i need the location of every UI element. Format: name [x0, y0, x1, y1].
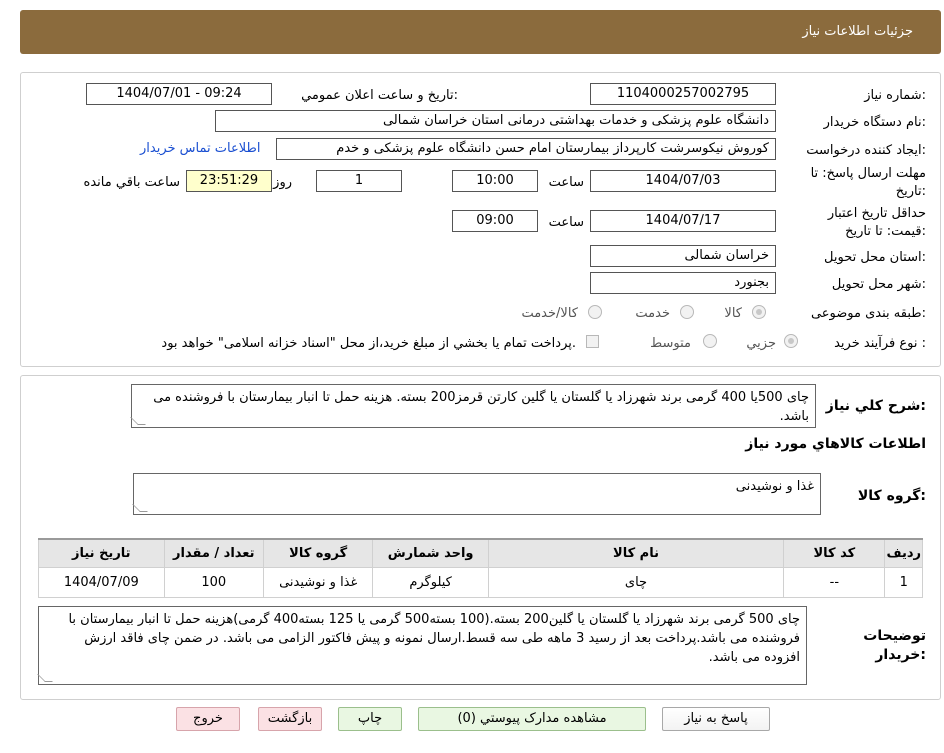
treasury-note: پرداخت تمام يا بخشي از مبلغ خريد،از محل … [161, 336, 576, 351]
deadline-label-line1: مهلت ارسال پاسخ: تا [810, 166, 926, 181]
goods-section-title: اطلاعات کالاهاي مورد نياز [745, 436, 926, 452]
notes-text: چای 500 گرمی برند شهرزاد یا گلستان یا گل… [68, 612, 800, 665]
need-number-label: شماره نیاز: [864, 88, 926, 103]
need-number-field: 1104000257002795 [590, 83, 776, 105]
table-header-row: رديف کد کالا نام کالا واحد شمارش گروه کا… [38, 538, 923, 568]
validity-label-line2: قيمت: تا تاريخ: [845, 224, 926, 239]
city-label: شهر محل تحويل: [831, 277, 926, 292]
process-option-minor: جزيي [746, 336, 776, 351]
resize-grip-icon[interactable] [130, 417, 146, 425]
back-button[interactable]: بازگشت [258, 707, 322, 731]
category-option-service: خدمت [635, 306, 670, 321]
cell-quantity: 100 [163, 566, 264, 598]
notes-textarea[interactable]: چای 500 گرمی برند شهرزاد یا گلستان یا گل… [37, 606, 807, 685]
buyer-org-label: نام دستگاه خريدار: [823, 115, 926, 130]
deadline-time-field: 10:00 [452, 170, 538, 192]
process-radio-minor[interactable] [784, 334, 798, 348]
validity-time-field: 09:00 [452, 210, 538, 232]
page-title: جزئیات اطلاعات نیاز [802, 24, 913, 39]
cell-unit: کیلوگرم [372, 566, 489, 598]
buyer-org-field: دانشگاه علوم پزشکی و خدمات بهداشتی درمان… [215, 110, 776, 132]
category-radio-goods[interactable] [752, 305, 766, 319]
category-label: طبقه بندی موضوعی: [810, 306, 926, 321]
province-field: خراسان شمالی [590, 245, 776, 267]
summary-label: شرح کلي نياز: [825, 398, 926, 414]
process-type-label: نوع فرآيند خريد : [834, 336, 926, 351]
goods-group-label: گروه کالا: [857, 488, 926, 504]
deadline-label-line2: تاریخ: [895, 184, 926, 199]
col-header-quantity: تعداد / مقدار [163, 538, 264, 568]
col-header-item-group: گروه کالا [262, 538, 374, 568]
cell-need-date: 1404/07/09 [38, 566, 165, 598]
category-radio-goods-service[interactable] [588, 305, 602, 319]
validity-label-line1: حداقل تاريخ اعتبار [827, 206, 926, 221]
goods-group-textarea[interactable]: غذا و نوشیدنی [132, 473, 821, 515]
cell-item-code: -- [783, 566, 886, 598]
announce-datetime-field: 1404/07/01 - 09:24 [86, 83, 272, 105]
resize-grip-icon[interactable] [132, 504, 148, 512]
cell-row-number: 1 [884, 566, 923, 598]
summary-textarea[interactable]: چای 500یا 400 گرمی برند شهرزاد یا گلستان… [130, 384, 816, 428]
cell-item-group: غذا و نوشیدنی [262, 566, 374, 598]
cell-item-name: چای [487, 566, 785, 598]
remaining-time-field: 23:51:29 [186, 170, 272, 192]
goods-group-text: غذا و نوشیدنی [735, 479, 814, 494]
remaining-time-label: ساعت باقي مانده [83, 175, 180, 190]
remaining-days-field: 1 [316, 170, 402, 192]
items-table: رديف کد کالا نام کالا واحد شمارش گروه کا… [38, 538, 923, 598]
notes-label-line2: خريدار: [875, 647, 926, 663]
resize-grip-icon[interactable] [37, 674, 53, 682]
process-radio-medium[interactable] [703, 334, 717, 348]
exit-button[interactable]: خروج [176, 707, 240, 731]
page-header: جزئیات اطلاعات نیاز [20, 10, 941, 54]
notes-label-line1: توضيحات [863, 628, 926, 644]
col-header-item-name: نام کالا [487, 538, 785, 568]
category-option-goods: کالا [724, 306, 742, 321]
print-button[interactable]: چاپ [338, 707, 402, 731]
category-radio-service[interactable] [680, 305, 694, 319]
col-header-row-number: رديف [884, 538, 923, 568]
treasury-checkbox[interactable] [586, 335, 599, 348]
city-field: بجنورد [590, 272, 776, 294]
requester-field: کوروش نیکوسرشت کارپرداز بیمارستان امام ح… [276, 138, 776, 160]
col-header-item-code: کد کالا [783, 538, 886, 568]
buyer-contact-link[interactable]: اطلاعات تماس خريدار [140, 141, 260, 156]
col-header-unit: واحد شمارش [372, 538, 489, 568]
table-row: 1 -- چای کیلوگرم غذا و نوشیدنی 100 1404/… [38, 566, 923, 598]
summary-text: چای 500یا 400 گرمی برند شهرزاد یا گلستان… [153, 390, 809, 424]
view-attachments-button[interactable]: مشاهده مدارک پيوستي (0) [418, 707, 646, 731]
requester-label: ايجاد کننده درخواست: [806, 143, 926, 158]
deadline-date-field: 1404/07/03 [590, 170, 776, 192]
deadline-time-label: ساعت [548, 175, 584, 190]
col-header-need-date: تاريخ نياز [38, 538, 165, 568]
validity-date-field: 1404/07/17 [590, 210, 776, 232]
category-option-goods-service: کالا/خدمت [521, 306, 578, 321]
announce-datetime-label: تاریخ و ساعت اعلان عمومي: [301, 88, 458, 103]
validity-time-label: ساعت [548, 215, 584, 230]
province-label: استان محل تحويل: [824, 250, 926, 265]
reply-button[interactable]: پاسخ به نياز [662, 707, 770, 731]
process-option-medium: متوسط [650, 336, 691, 351]
